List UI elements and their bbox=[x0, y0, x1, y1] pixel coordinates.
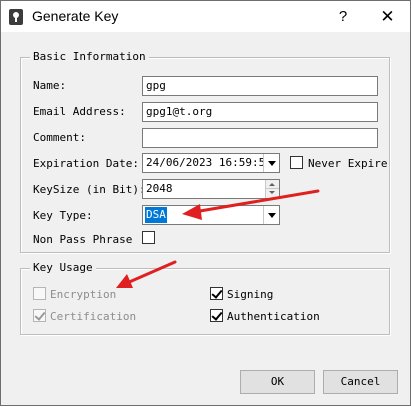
never-expire-checkbox[interactable] bbox=[290, 156, 303, 169]
title-bar: Generate Key ? ✕ bbox=[1, 1, 410, 32]
keysize-spin-buttons bbox=[265, 180, 279, 198]
basic-information-title: Basic Information bbox=[30, 50, 149, 63]
encryption-checkbox[interactable] bbox=[33, 287, 46, 300]
keysize-spinbox[interactable]: 2048 bbox=[142, 179, 280, 199]
authentication-label: Authentication bbox=[227, 310, 320, 323]
key-type-value: DSA bbox=[145, 207, 167, 223]
non-pass-phrase-checkbox[interactable] bbox=[142, 231, 155, 244]
window-title: Generate Key bbox=[32, 8, 119, 24]
keysize-label: KeySize (in Bit): bbox=[33, 183, 146, 196]
key-type-label: Key Type: bbox=[33, 209, 93, 222]
never-expire-label: Never Expire bbox=[308, 157, 388, 170]
non-pass-phrase-label: Non Pass Phrase bbox=[33, 233, 133, 246]
key-usage-group bbox=[20, 268, 390, 335]
expiration-date-picker[interactable]: 24/06/2023 16:59:50 bbox=[142, 153, 280, 173]
comment-field[interactable] bbox=[142, 128, 378, 148]
signing-checkbox[interactable] bbox=[210, 287, 223, 300]
generate-key-dialog: Generate Key ? ✕ Basic Information Name:… bbox=[0, 0, 411, 406]
name-field[interactable]: gpg bbox=[142, 76, 378, 96]
certification-checkbox[interactable] bbox=[33, 309, 46, 322]
certification-label: Certification bbox=[50, 310, 137, 323]
help-button[interactable]: ? bbox=[321, 1, 365, 32]
email-label: Email Address: bbox=[33, 105, 126, 118]
close-button[interactable]: ✕ bbox=[365, 1, 410, 32]
chevron-down-icon[interactable] bbox=[263, 154, 279, 172]
spin-up-icon[interactable] bbox=[266, 180, 279, 189]
ok-button[interactable]: OK bbox=[240, 370, 315, 394]
email-field[interactable]: gpg1@t.org bbox=[142, 102, 378, 122]
comment-label: Comment: bbox=[33, 131, 86, 144]
keysize-value: 2048 bbox=[146, 182, 173, 195]
expiration-date-label: Expiration Date: bbox=[33, 157, 139, 170]
authentication-checkbox[interactable] bbox=[210, 309, 223, 322]
name-label: Name: bbox=[33, 79, 67, 92]
signing-label: Signing bbox=[227, 288, 274, 301]
key-type-select[interactable]: DSA bbox=[142, 205, 280, 225]
encryption-label: Encryption bbox=[50, 288, 117, 301]
key-usage-title: Key Usage bbox=[30, 261, 96, 274]
spin-down-icon[interactable] bbox=[266, 189, 279, 198]
cancel-button[interactable]: Cancel bbox=[323, 370, 398, 394]
expiration-date-value: 24/06/2023 16:59:50 bbox=[146, 156, 272, 169]
key-lock-icon bbox=[9, 9, 23, 25]
chevron-down-icon[interactable] bbox=[263, 206, 279, 224]
